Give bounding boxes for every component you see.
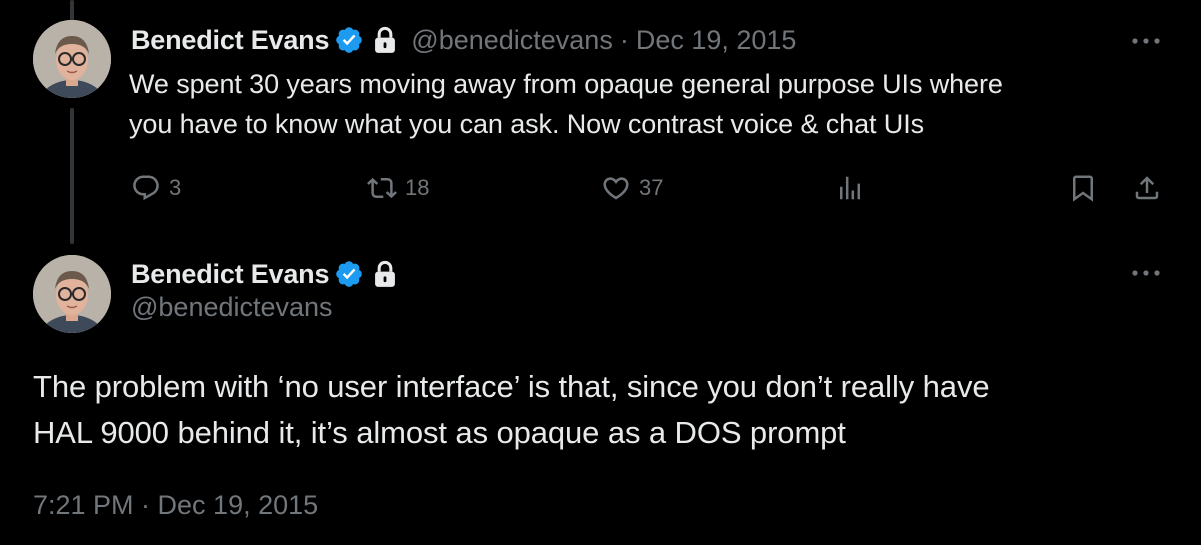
share-button[interactable] (1132, 168, 1162, 208)
verified-badge-icon[interactable] (334, 25, 364, 55)
tweet-text: The problem with ‘no user interface’ is … (33, 364, 1173, 456)
reply-count: 3 (169, 175, 182, 200)
like-icon (603, 177, 629, 200)
bookmark-icon (1073, 175, 1093, 202)
author-handle[interactable]: @benedictevans (131, 292, 333, 323)
separator: · (619, 24, 629, 55)
retweet-icon (367, 177, 397, 199)
tweet-text-line: HAL 9000 behind it, it’s almost as opaqu… (33, 415, 846, 450)
author-name[interactable]: Benedict Evans (131, 259, 329, 290)
thread-line-top (70, 0, 74, 22)
tweet-header: Benedict Evans @benedictevans · Dec 19, … (131, 20, 796, 60)
analytics-button[interactable] (835, 168, 865, 208)
avatar[interactable] (33, 20, 111, 98)
analytics-icon (840, 176, 860, 200)
lock-icon (375, 26, 396, 53)
author-name[interactable]: Benedict Evans (131, 25, 329, 56)
tweet-header: Benedict Evans (131, 254, 397, 294)
tweet-timestamp[interactable]: 7:21 PM · Dec 19, 2015 (33, 490, 318, 521)
more-icon[interactable] (1130, 36, 1162, 46)
reply-icon (133, 175, 159, 201)
tweet-text-line: We spent 30 years moving away from opaqu… (129, 69, 1003, 99)
share-icon (1135, 176, 1159, 200)
tweet-text-line: you have to know what you can ask. Now c… (129, 109, 924, 139)
retweet-button[interactable]: 18 (367, 168, 429, 208)
action-bar: 3 18 37 (0, 168, 1201, 208)
like-button[interactable]: 37 (601, 168, 663, 208)
tweet-date[interactable]: Dec 19, 2015 (636, 25, 797, 56)
lock-icon (375, 260, 396, 287)
reply-button[interactable]: 3 (131, 168, 181, 208)
tweet-text: We spent 30 years moving away from opaqu… (129, 64, 1003, 144)
author-handle[interactable]: @benedictevans (411, 25, 613, 56)
more-icon[interactable] (1130, 268, 1162, 278)
verified-badge-icon[interactable] (334, 259, 364, 289)
bookmark-button[interactable] (1068, 168, 1098, 208)
avatar[interactable] (33, 255, 111, 333)
tweet-text-line: The problem with ‘no user interface’ is … (33, 369, 990, 404)
retweet-count: 18 (405, 175, 430, 200)
like-count: 37 (639, 175, 664, 200)
